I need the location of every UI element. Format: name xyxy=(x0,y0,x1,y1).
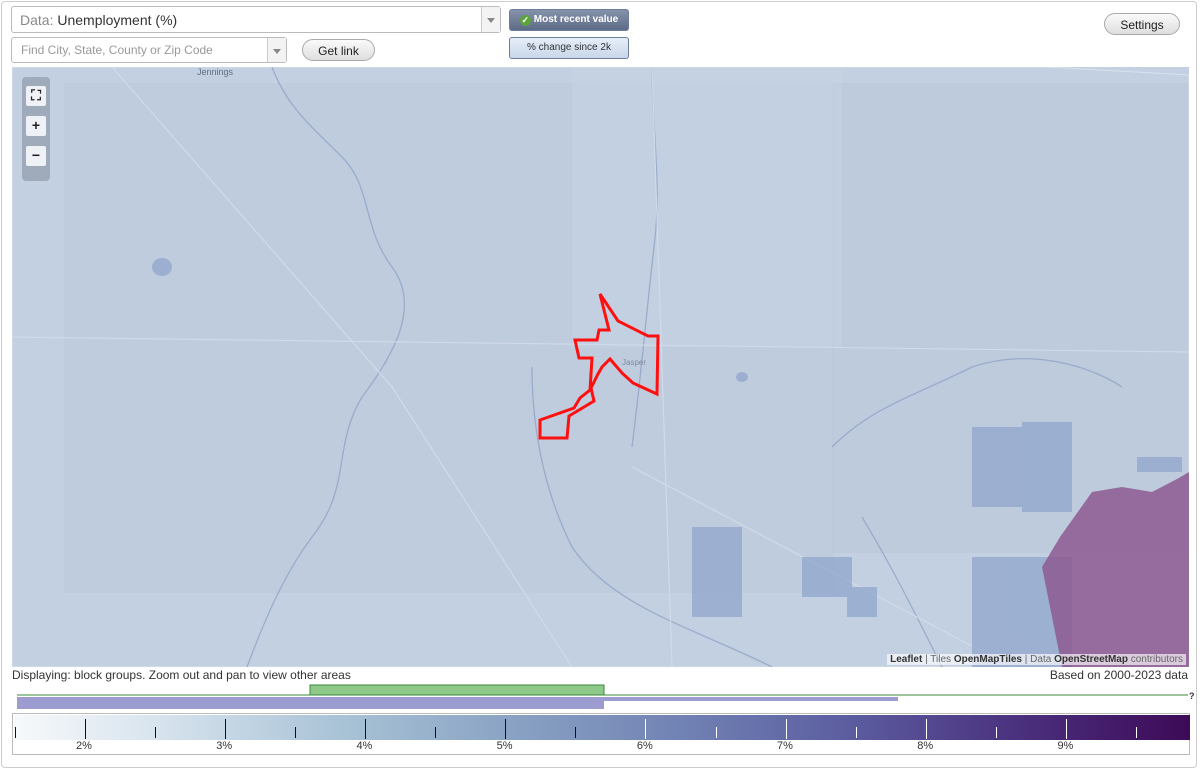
map-attribution: Leaflet | Tiles OpenMapTiles | Data Open… xyxy=(887,654,1186,665)
legend-major-tick xyxy=(505,719,506,739)
legend-tick-label: 9% xyxy=(1057,740,1074,752)
legend-gradient xyxy=(14,715,1190,740)
legend-tick-label: 7% xyxy=(777,740,793,752)
legend-tick-label: 5% xyxy=(496,740,513,752)
histogram-bar xyxy=(310,697,604,709)
legend-minor-tick xyxy=(716,727,717,738)
histogram-bar xyxy=(309,684,605,696)
search-input[interactable] xyxy=(12,38,271,62)
chevron-down-icon[interactable] xyxy=(481,7,500,32)
legend-help-icon[interactable]: ? xyxy=(1189,691,1195,701)
legend-major-tick xyxy=(786,719,787,739)
fullscreen-icon[interactable]: ⛶ xyxy=(26,86,46,106)
most-recent-label: Most recent value xyxy=(533,14,619,25)
location-search[interactable] xyxy=(11,37,287,63)
legend-histogram: ? xyxy=(17,684,1195,709)
legend-minor-tick xyxy=(996,727,997,738)
legend-tick-label: 4% xyxy=(356,740,373,752)
legend-minor-tick xyxy=(1136,727,1137,738)
legend-minor-tick xyxy=(856,727,857,738)
histogram-bar xyxy=(17,697,310,709)
osm-link[interactable]: OpenStreetMap xyxy=(1054,654,1128,665)
data-select-value: Unemployment (%) xyxy=(57,12,178,28)
zoom-in-button[interactable]: + xyxy=(26,116,46,136)
attrib-sep1: | Tiles xyxy=(922,654,954,665)
legend-minor-tick xyxy=(435,727,436,738)
attrib-contrib: contributors xyxy=(1127,654,1183,665)
legend-major-tick xyxy=(926,719,927,739)
legend-tick-label: 6% xyxy=(636,740,653,752)
based-on-status: Based on 2000-2023 data xyxy=(1049,668,1188,682)
map-zoom-control: ⛶ + − xyxy=(22,77,50,181)
legend-major-tick xyxy=(85,719,86,739)
settings-button[interactable]: Settings xyxy=(1104,13,1180,35)
legend-tick-label: 3% xyxy=(216,740,233,752)
legend-minor-tick xyxy=(15,727,16,738)
legend-tick-label: 2% xyxy=(76,740,92,752)
legend-minor-tick xyxy=(575,727,576,738)
map-layer: Jennings Jasper xyxy=(12,67,1189,667)
attrib-sep2: | Data xyxy=(1022,654,1055,665)
data-select[interactable]: Data: Unemployment (%) xyxy=(11,6,501,33)
legend-tick-label: 8% xyxy=(917,740,934,752)
map-view[interactable]: Jennings Jasper ⛶ + − Leaflet | Tiles Op… xyxy=(12,67,1189,667)
zoom-out-button[interactable]: − xyxy=(26,146,46,166)
legend-major-tick xyxy=(365,719,366,739)
place-label-jennings: Jennings xyxy=(197,67,234,77)
legend-major-tick xyxy=(225,719,226,739)
get-link-button[interactable]: Get link xyxy=(302,39,375,61)
legend-major-tick xyxy=(1066,719,1067,739)
leaflet-link[interactable]: Leaflet xyxy=(890,654,922,665)
place-label-jasper: Jasper xyxy=(622,358,646,367)
tiles-link[interactable]: OpenMapTiles xyxy=(954,654,1022,665)
color-legend: 2% 3% 4% 5% 6% 7% 8% 9% xyxy=(12,713,1190,755)
checkmark-icon: ✓ xyxy=(519,15,531,26)
legend-major-tick xyxy=(645,719,646,739)
change-toggle[interactable]: % change since 2k xyxy=(509,37,629,59)
legend-minor-tick xyxy=(295,727,296,738)
legend-minor-tick xyxy=(155,727,156,738)
displaying-status: Displaying: block groups. Zoom out and p… xyxy=(12,668,351,682)
most-recent-toggle[interactable]: ✓ Most recent value xyxy=(509,9,629,31)
histogram-bar xyxy=(604,697,898,701)
data-select-prefix: Data: xyxy=(20,12,54,28)
chevron-down-icon[interactable] xyxy=(267,38,286,62)
